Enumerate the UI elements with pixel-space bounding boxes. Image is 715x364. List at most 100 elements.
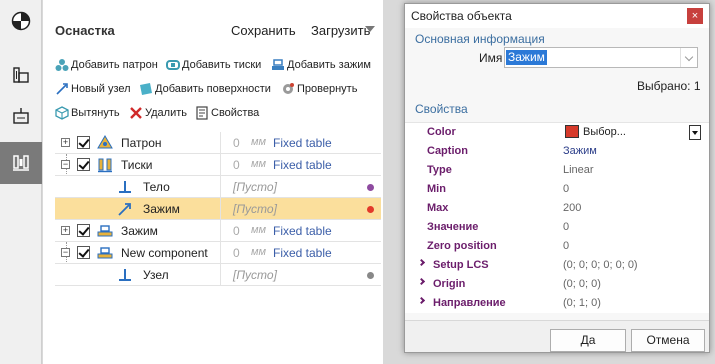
- fixture-icon: [13, 155, 29, 171]
- parent-link[interactable]: Fixed table: [273, 136, 332, 150]
- visibility-checkbox[interactable]: [77, 158, 90, 171]
- visibility-checkbox[interactable]: [77, 136, 90, 149]
- add-surfaces-button[interactable]: Добавить поверхности: [139, 82, 271, 96]
- color-swatch[interactable]: [565, 125, 579, 138]
- clamp-icon: [271, 58, 285, 72]
- property-row-origin[interactable]: Origin (0; 0; 0): [405, 275, 709, 294]
- property-value[interactable]: (0; 0; 0): [563, 278, 601, 290]
- tree-row-label: Зажим: [121, 224, 158, 238]
- collapse-toggle[interactable]: −: [61, 160, 70, 169]
- property-value[interactable]: Зажим: [563, 145, 597, 157]
- tree-row-body[interactable]: Тело [Пусто]: [55, 176, 381, 198]
- add-chuck-button[interactable]: Добавить патрон: [55, 58, 158, 72]
- chevron-right-icon[interactable]: [417, 277, 426, 286]
- machine-tool-button[interactable]: [0, 54, 42, 96]
- selected-count: Выбрано: 1: [637, 79, 701, 93]
- tree-row-label: Зажим: [143, 202, 180, 216]
- operations-tool-button[interactable]: [0, 0, 42, 42]
- tree-row-label: Тиски: [121, 158, 153, 172]
- property-value[interactable]: 0: [563, 240, 569, 252]
- property-row-value[interactable]: Значение 0: [405, 218, 709, 237]
- chevron-right-icon[interactable]: [417, 258, 426, 267]
- property-key: Zero position: [427, 240, 497, 252]
- empty-value: [Пусто]: [233, 268, 277, 282]
- name-field-value[interactable]: Зажим: [506, 50, 547, 65]
- node-axis-icon: [119, 269, 131, 281]
- fixture-panel: Оснастка Сохранить Загрузить Добавить па…: [43, 0, 383, 364]
- dialog-titlebar[interactable]: Свойства объекта ×: [405, 4, 709, 28]
- delete-button[interactable]: Удалить: [129, 106, 187, 120]
- expand-toggle[interactable]: +: [61, 138, 70, 147]
- name-field[interactable]: Зажим: [504, 47, 698, 68]
- property-value[interactable]: (0; 0; 0; 0; 0; 0): [563, 259, 638, 271]
- rotate-button[interactable]: Провернуть: [281, 82, 357, 96]
- property-row-max[interactable]: Max 200: [405, 199, 709, 218]
- properties-button[interactable]: Свойства: [195, 106, 259, 120]
- collapse-toggle[interactable]: −: [61, 248, 70, 257]
- tree-row-vise[interactable]: − Тиски 0 мм Fixed table: [55, 154, 381, 176]
- tree-row-node[interactable]: Узел [Пусто]: [55, 264, 381, 286]
- add-vise-button[interactable]: Добавить тиски: [166, 58, 261, 72]
- new-node-button[interactable]: Новый узел: [55, 82, 131, 96]
- property-row-caption[interactable]: Caption Зажим: [405, 142, 709, 161]
- ok-button[interactable]: Да: [550, 329, 626, 352]
- offset-unit: мм: [251, 224, 267, 236]
- visibility-checkbox[interactable]: [77, 246, 90, 259]
- close-icon[interactable]: ×: [687, 8, 703, 24]
- parent-link[interactable]: Fixed table: [273, 158, 332, 172]
- offset-value[interactable]: 0: [233, 224, 240, 238]
- offset-value[interactable]: 0: [233, 136, 240, 150]
- status-dot: [367, 184, 374, 191]
- property-row-zero-position[interactable]: Zero position 0: [405, 237, 709, 256]
- basic-info-section-title: Основная информация: [415, 32, 545, 46]
- property-value[interactable]: Linear: [563, 164, 594, 176]
- property-row-setup-lcs[interactable]: Setup LCS (0; 0; 0; 0; 0; 0): [405, 256, 709, 275]
- add-vise-label: Добавить тиски: [182, 59, 262, 71]
- expand-toggle[interactable]: +: [61, 226, 70, 235]
- load-button[interactable]: Загрузить: [311, 23, 370, 38]
- parent-link[interactable]: Fixed table: [273, 224, 332, 238]
- property-key: Color: [427, 126, 456, 138]
- property-value[interactable]: 200: [563, 202, 581, 214]
- add-clamp-button[interactable]: Добавить зажим: [271, 58, 371, 72]
- cancel-button[interactable]: Отмена: [631, 329, 705, 352]
- offset-value[interactable]: 0: [233, 158, 240, 172]
- offset-value[interactable]: 0: [233, 246, 240, 260]
- save-button[interactable]: Сохранить: [231, 23, 296, 38]
- property-key: Caption: [427, 145, 468, 157]
- load-dropdown-caret-icon[interactable]: [365, 26, 375, 32]
- property-row-type[interactable]: Type Linear: [405, 161, 709, 180]
- property-grid: Color Выбор... Caption Зажим Type Linear…: [405, 122, 709, 313]
- extrude-cube-icon: [55, 106, 69, 120]
- property-row-direction[interactable]: Направление (0; 1; 0): [405, 294, 709, 313]
- tree-row-chuck[interactable]: + Патрон 0 мм Fixed table: [55, 132, 381, 154]
- property-value[interactable]: 0: [563, 221, 569, 233]
- chevron-down-icon[interactable]: [680, 48, 697, 67]
- offset-unit: мм: [251, 246, 267, 258]
- property-value[interactable]: 0: [563, 183, 569, 195]
- property-row-min[interactable]: Min 0: [405, 180, 709, 199]
- visibility-checkbox[interactable]: [77, 224, 90, 237]
- column-divider: [220, 198, 221, 220]
- workpiece-tool-button[interactable]: [0, 96, 42, 138]
- tree-row-clamp-selected[interactable]: Зажим [Пусто]: [55, 198, 381, 220]
- fixture-tool-button[interactable]: [0, 142, 42, 184]
- offset-unit: мм: [251, 158, 267, 170]
- tree-row-new-component[interactable]: − New component 0 мм Fixed table: [55, 242, 381, 264]
- color-dropdown-icon[interactable]: [689, 125, 701, 140]
- delete-label: Удалить: [145, 107, 187, 119]
- color-picker-label[interactable]: Выбор...: [583, 126, 626, 138]
- status-dot: [367, 206, 374, 213]
- empty-value: [Пусто]: [233, 180, 277, 194]
- property-value[interactable]: (0; 1; 0): [563, 297, 601, 309]
- properties-section-title: Свойства: [415, 102, 468, 116]
- parent-link[interactable]: Fixed table: [273, 246, 332, 260]
- surface-icon: [139, 82, 153, 96]
- property-row-color[interactable]: Color Выбор...: [405, 123, 709, 142]
- extrude-button[interactable]: Вытянуть: [55, 106, 120, 120]
- node-axis-icon: [119, 181, 131, 193]
- tree-row-clamp[interactable]: + Зажим 0 мм Fixed table: [55, 220, 381, 242]
- add-clamp-label: Добавить зажим: [287, 59, 371, 71]
- clamp-icon: [97, 225, 113, 237]
- chevron-right-icon[interactable]: [417, 296, 426, 305]
